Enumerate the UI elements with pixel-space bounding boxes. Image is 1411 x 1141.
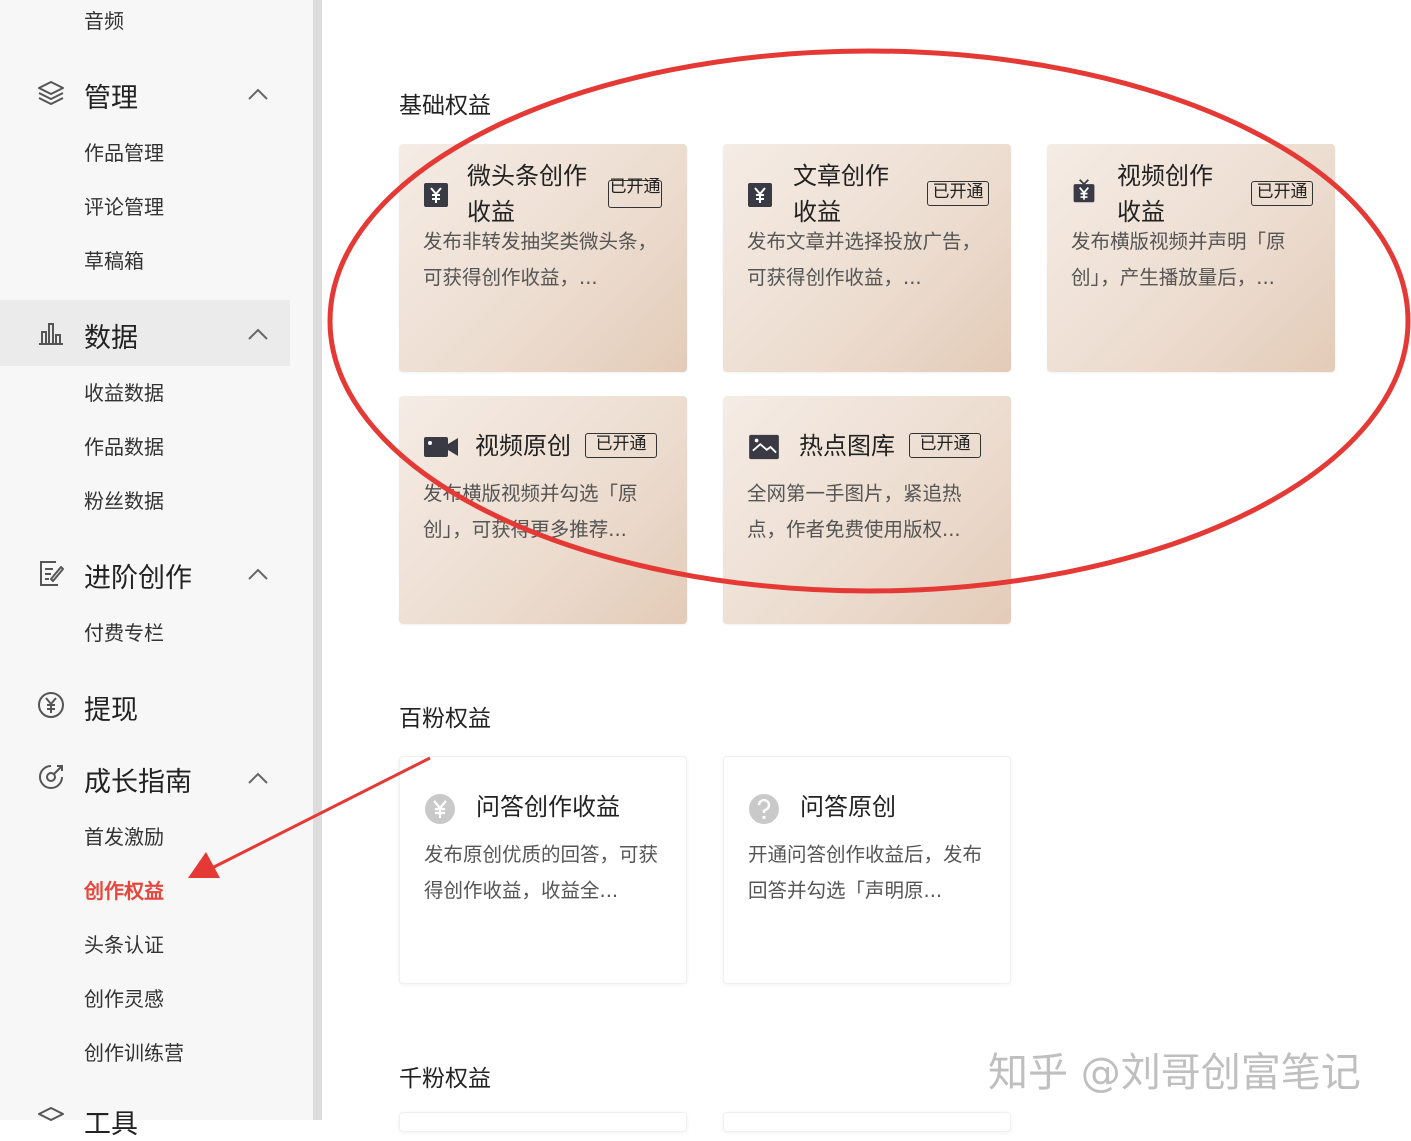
sidebar-item-training-camp[interactable]: 创作训练营: [84, 1037, 184, 1066]
card-title: 视频创作收益: [1117, 162, 1213, 226]
sidebar: 音频 管理 作品管理 评论管理 草稿箱 数据 收益数据 作品数据 粉丝数据 进阶…: [0, 0, 314, 1140]
status-badge: 已开通: [608, 179, 662, 208]
sidebar-item-toutiao-cert[interactable]: 头条认证: [84, 929, 164, 958]
section-title-hundred-fans: 百粉权益: [399, 706, 491, 732]
image-icon: [749, 434, 779, 460]
yuan-circle-gray-icon: [425, 794, 455, 824]
watermark: 知乎 @刘哥创富笔记: [988, 1050, 1361, 1096]
yuan-badge-icon: [748, 183, 772, 207]
sidebar-group-tools[interactable]: 工具: [84, 1102, 138, 1141]
card-description: 发布文章并选择投放广告，可获得创作收益，...: [747, 230, 982, 289]
section-title-thousand-fans: 千粉权益: [399, 1066, 491, 1092]
card-description: 开通问答创作收益后，发布回答并勾选「声明原...: [748, 843, 983, 902]
rights-card-qa-earnings[interactable]: 问答创作收益 发布原创优质的回答，可获得创作收益，收益全...: [399, 756, 687, 984]
yuan-badge-icon: [424, 183, 448, 207]
bar-chart-icon: [39, 323, 63, 345]
card-description: 发布非转发抽奖类微头条，可获得创作收益，...: [423, 230, 658, 289]
card-description: 发布横版视频并声明「原创」，产生播放量后，...: [1071, 230, 1286, 289]
question-circle-icon: [749, 794, 779, 824]
chevron-up-icon[interactable]: [246, 86, 270, 102]
card-title: 微头条创作收益: [467, 162, 587, 226]
sidebar-item-fans-data[interactable]: 粉丝数据: [84, 485, 164, 514]
status-badge: 已开通: [927, 181, 989, 206]
sidebar-item-works-data[interactable]: 作品数据: [84, 431, 164, 460]
rights-card-microheadline[interactable]: 微头条创作收益 已开通 发布非转发抽奖类微头条，可获得创作收益，...: [399, 144, 687, 372]
card-title: 文章创作收益: [793, 162, 889, 226]
sidebar-item-creation-rights[interactable]: 创作权益: [84, 875, 164, 904]
layers-icon: [38, 1107, 64, 1121]
rights-card-video-original[interactable]: 视频原创 已开通 发布横版视频并勾选「原创」，可获得更多推荐...: [399, 396, 687, 624]
chevron-up-icon[interactable]: [246, 770, 270, 786]
card-title: 问答创作收益: [476, 793, 620, 821]
rights-card-partial[interactable]: [399, 1112, 687, 1132]
sidebar-group-advanced[interactable]: 进阶创作: [84, 556, 192, 595]
yuan-circle-icon: [38, 692, 64, 718]
sidebar-group-growth[interactable]: 成长指南: [84, 760, 192, 799]
rights-card-video-earnings[interactable]: 视频创作收益 已开通 发布横版视频并声明「原创」，产生播放量后，...: [1047, 144, 1335, 372]
rights-card-hot-gallery[interactable]: 热点图库 已开通 全网第一手图片，紧追热点，作者免费使用版权...: [723, 396, 1011, 624]
rights-card-qa-original[interactable]: 问答原创 开通问答创作收益后，发布回答并勾选「声明原...: [723, 756, 1011, 984]
sidebar-item-works-manage[interactable]: 作品管理: [84, 137, 164, 166]
tv-yuan-icon: [1073, 179, 1095, 203]
rights-card-article[interactable]: 文章创作收益 已开通 发布文章并选择投放广告，可获得创作收益，...: [723, 144, 1011, 372]
sidebar-item-inspiration[interactable]: 创作灵感: [84, 983, 164, 1012]
sidebar-divider: [313, 0, 322, 1120]
status-badge: 已开通: [1251, 181, 1313, 206]
card-description: 全网第一手图片，紧追热点，作者免费使用版权...: [747, 482, 962, 541]
sidebar-group-manage[interactable]: 管理: [84, 76, 138, 115]
sidebar-group-data[interactable]: 数据: [84, 316, 138, 355]
status-badge: 已开通: [909, 433, 981, 458]
growth-icon: [39, 765, 63, 789]
sidebar-item-audio[interactable]: 音频: [84, 5, 124, 34]
card-description: 发布原创优质的回答，可获得创作收益，收益全...: [424, 843, 659, 902]
sidebar-item-comments-manage[interactable]: 评论管理: [84, 191, 164, 220]
sidebar-group-withdraw[interactable]: 提现: [84, 688, 138, 727]
section-title-basic: 基础权益: [399, 93, 491, 119]
chevron-up-icon[interactable]: [246, 566, 270, 582]
sidebar-item-paid-column[interactable]: 付费专栏: [84, 617, 164, 646]
edit-doc-icon: [40, 561, 64, 586]
card-title: 热点图库: [799, 432, 895, 460]
video-camera-icon: [424, 437, 458, 457]
rights-card-partial[interactable]: [723, 1112, 1011, 1132]
sidebar-item-earnings-data[interactable]: 收益数据: [84, 377, 164, 406]
card-title: 视频原创: [475, 432, 571, 460]
layers-icon: [38, 81, 64, 105]
sidebar-item-drafts[interactable]: 草稿箱: [84, 245, 144, 274]
chevron-up-icon[interactable]: [246, 326, 270, 342]
status-badge: 已开通: [585, 433, 657, 458]
card-description: 发布横版视频并勾选「原创」，可获得更多推荐...: [423, 482, 638, 541]
card-title: 问答原创: [800, 793, 896, 821]
sidebar-item-first-publish[interactable]: 首发激励: [84, 821, 164, 850]
